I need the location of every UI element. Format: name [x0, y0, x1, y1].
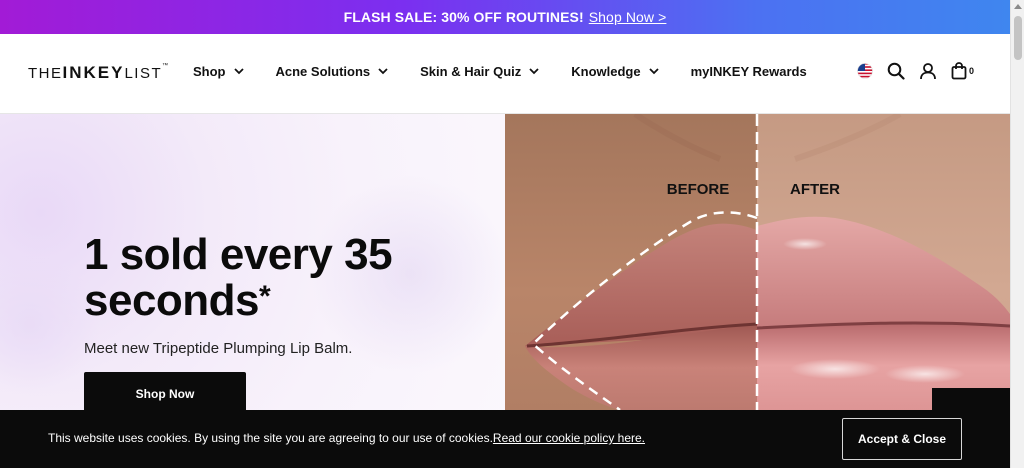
logo-word-list: LIST — [124, 65, 163, 82]
nav-item-skin-hair-quiz[interactable]: Skin & Hair Quiz — [420, 64, 539, 79]
main-nav: Shop Acne Solutions Skin & Hair Quiz Kno… — [193, 64, 839, 79]
promo-text: FLASH SALE: 30% OFF ROUTINES! — [343, 9, 584, 25]
after-label: AFTER — [790, 181, 840, 198]
nav-item-label: myINKEY Rewards — [690, 64, 807, 79]
hero-title-text: 1 sold every 35 seconds — [84, 230, 393, 325]
chevron-down-icon — [648, 68, 659, 75]
nav-item-label: Shop — [193, 64, 226, 79]
nav-item-myinkey-rewards[interactable]: myINKEY Rewards — [691, 64, 807, 79]
hero-title: 1 sold every 35 seconds* — [84, 232, 505, 324]
site-header: THEINKEYLIST™ Shop Acne Solutions Skin &… — [0, 34, 1010, 114]
page-scrollbar[interactable] — [1010, 0, 1024, 468]
hero-subtitle: Meet new Tripeptide Plumping Lip Balm. — [84, 340, 353, 357]
hero-title-asterisk: * — [259, 280, 271, 313]
cookie-message-text: This website uses cookies. By using the … — [48, 431, 493, 445]
chevron-down-icon — [378, 68, 388, 75]
nav-item-shop[interactable]: Shop — [193, 64, 244, 79]
nav-item-label: Acne Solutions — [275, 64, 371, 79]
logo-word-inkey: INKEY — [62, 63, 125, 82]
chevron-down-icon — [529, 68, 539, 75]
cart-count-badge: 0 — [968, 66, 974, 76]
user-icon[interactable] — [919, 62, 937, 80]
shopping-bag-icon[interactable]: 0 — [951, 62, 974, 80]
promo-shop-now-link[interactable]: Shop Now > — [589, 9, 667, 25]
before-label: BEFORE — [667, 181, 730, 198]
cookie-message: This website uses cookies. By using the … — [48, 431, 645, 445]
nav-item-acne-solutions[interactable]: Acne Solutions — [276, 64, 389, 79]
nav-item-knowledge[interactable]: Knowledge — [571, 64, 659, 79]
nav-item-label: Knowledge — [571, 64, 641, 79]
brand-logo[interactable]: THEINKEYLIST™ — [28, 63, 170, 83]
accept-close-button[interactable]: Accept & Close — [842, 418, 962, 460]
cookie-policy-link[interactable]: Read our cookie policy here. — [493, 431, 645, 445]
scrollbar-thumb[interactable] — [1014, 16, 1022, 60]
logo-trademark: ™ — [162, 63, 170, 69]
search-icon[interactable] — [887, 62, 905, 80]
header-actions: 0 — [843, 62, 974, 80]
logo-word-the: THE — [28, 65, 63, 82]
promo-banner: FLASH SALE: 30% OFF ROUTINES! Shop Now > — [0, 0, 1010, 34]
chevron-down-icon — [233, 68, 244, 75]
scroll-up-arrow-icon[interactable] — [1014, 4, 1022, 9]
cookie-consent-bar: This website uses cookies. By using the … — [0, 410, 1010, 468]
us-flag-icon[interactable] — [857, 63, 873, 79]
chat-widget-tab[interactable] — [932, 388, 1010, 410]
nav-item-label: Skin & Hair Quiz — [420, 64, 522, 79]
